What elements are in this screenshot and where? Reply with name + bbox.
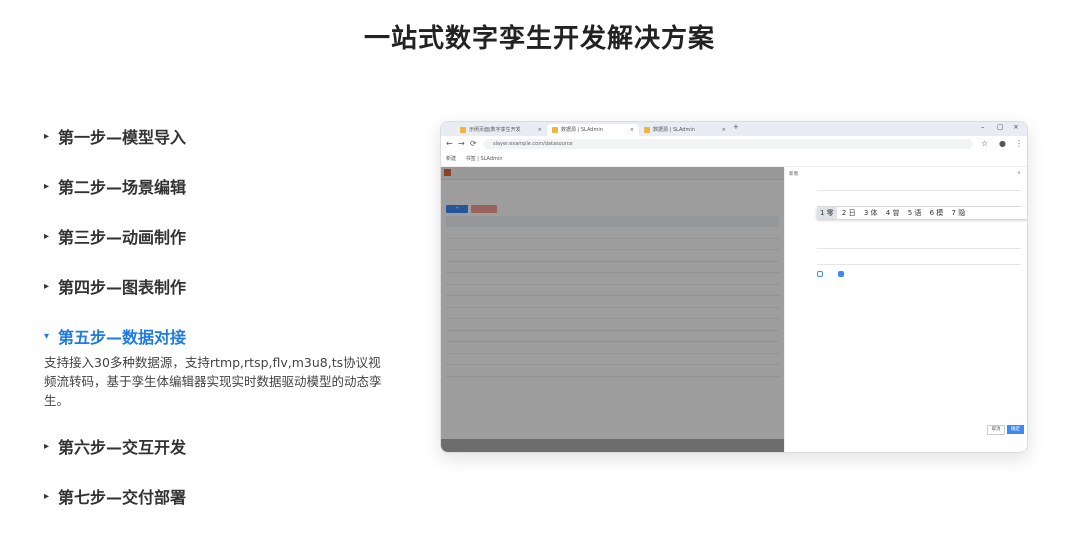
form-field[interactable] [817, 183, 1021, 191]
bookmark-bar: 新建 书签 | SLAdmin [441, 152, 1027, 167]
new-tab-icon[interactable]: + [733, 123, 739, 131]
address-bar: ← → ⟳ slayer.example.com/datasource ☆ ● … [441, 136, 1027, 152]
app-footer [441, 439, 784, 452]
form-field-active[interactable] [817, 199, 1021, 207]
close-icon[interactable]: × [630, 124, 634, 136]
ok-button[interactable]: 确定 [1007, 425, 1024, 434]
modal-overlay[interactable] [441, 167, 784, 439]
chevron-down-icon: ▾ [44, 330, 50, 342]
chevron-right-icon: ▸ [44, 230, 50, 242]
browser-tab[interactable]: 示例页面|数字孪生开发 × [455, 124, 547, 136]
step-1[interactable]: ▸ 第一步—模型导入 [44, 124, 186, 148]
step-2-label: 第二步—场景编辑 [58, 178, 187, 197]
step-4[interactable]: ▸ 第四步—图表制作 [44, 274, 186, 298]
form-field[interactable] [817, 257, 1021, 265]
ime-candidate-bar: 1 零 2 日 3 体 4 曾 5 语 6 模 7 隐 [817, 207, 1027, 219]
browser-tab-bar: 示例页面|数字孪生开发 × 数据源 | SLAdmin × 数据源 | SLAd… [441, 122, 1027, 136]
extension-icon[interactable]: ☆ [981, 139, 988, 148]
back-icon[interactable]: ← [446, 139, 453, 148]
step-4-label: 第四步—图表制作 [58, 278, 187, 297]
close-icon[interactable]: × [722, 124, 726, 136]
step-1-label: 第一步—模型导入 [58, 128, 187, 147]
radio-selected-icon[interactable] [838, 271, 845, 277]
profile-icon[interactable]: ● [999, 139, 1006, 148]
step-2[interactable]: ▸ 第二步—场景编辑 [44, 174, 186, 198]
close-window-icon[interactable]: × [1013, 123, 1019, 131]
chevron-right-icon: ▸ [44, 280, 50, 292]
menu-icon[interactable]: ⋮ [1015, 139, 1023, 148]
chevron-right-icon: ▸ [44, 490, 50, 502]
close-icon[interactable]: × [538, 124, 542, 136]
browser-tab-active[interactable]: 数据源 | SLAdmin × [547, 124, 639, 136]
page-title: 一站式数字孪生开发解决方案 [363, 24, 715, 54]
chevron-right-icon: ▸ [44, 180, 50, 192]
cancel-button[interactable]: 取消 [987, 425, 1005, 435]
page-icon [644, 127, 650, 133]
url-input[interactable]: slayer.example.com/datasource [483, 139, 973, 149]
bookmark-item[interactable]: 新建 [446, 156, 456, 162]
ime-candidate[interactable]: 5 语 [905, 207, 925, 219]
step-3-label: 第三步—动画制作 [58, 228, 187, 247]
browser-tab[interactable]: 数据源 | SLAdmin × [639, 124, 731, 136]
radio-icon[interactable] [817, 271, 823, 277]
radio-group[interactable] [817, 271, 846, 278]
add-drawer: 新增 × 1 零 2 日 3 体 4 曾 5 语 6 模 7 隐 取消 确定 [784, 167, 1027, 452]
step-6-label: 第六步—交互开发 [58, 438, 187, 457]
ime-candidate[interactable]: 3 体 [861, 207, 881, 219]
step-5[interactable]: ▾ 第五步—数据对接 [44, 324, 186, 348]
reload-icon[interactable]: ⟳ [470, 139, 477, 148]
ime-candidate[interactable]: 2 日 [839, 207, 859, 219]
step-5-label: 第五步—数据对接 [58, 328, 187, 347]
drawer-title: 新增 [789, 172, 798, 177]
ime-candidate[interactable]: 4 曾 [883, 207, 903, 219]
page-icon [552, 127, 558, 133]
close-icon[interactable]: × [1017, 171, 1021, 176]
form-field[interactable] [817, 241, 1021, 249]
ime-candidate[interactable]: 6 模 [927, 207, 947, 219]
step-3[interactable]: ▸ 第三步—动画制作 [44, 224, 186, 248]
step-7[interactable]: ▸ 第七步—交付部署 [44, 484, 186, 508]
chevron-right-icon: ▸ [44, 440, 50, 452]
ime-candidate[interactable]: 1 零 [817, 207, 837, 219]
forward-icon[interactable]: → [458, 139, 465, 148]
step-5-description: 支持接入30多种数据源，支持rtmp,rtsp,flv,m3u8,ts协议视频流… [44, 355, 382, 408]
step-7-label: 第七步—交付部署 [58, 488, 187, 507]
chevron-right-icon: ▸ [44, 130, 50, 142]
minimize-icon[interactable]: – [981, 123, 985, 131]
step-6[interactable]: ▸ 第六步—交互开发 [44, 434, 186, 458]
maximize-icon[interactable]: ▢ [997, 123, 1004, 131]
ime-candidate[interactable]: 7 隐 [949, 207, 969, 219]
browser-preview: 示例页面|数字孪生开发 × 数据源 | SLAdmin × 数据源 | SLAd… [440, 121, 1028, 453]
bookmark-item[interactable]: 书签 | SLAdmin [466, 156, 503, 162]
app-content: + 新增 × 1 零 2 日 3 体 4 曾 5 语 6 模 7 隐 取消 确定 [441, 167, 1027, 452]
page-icon [460, 127, 466, 133]
